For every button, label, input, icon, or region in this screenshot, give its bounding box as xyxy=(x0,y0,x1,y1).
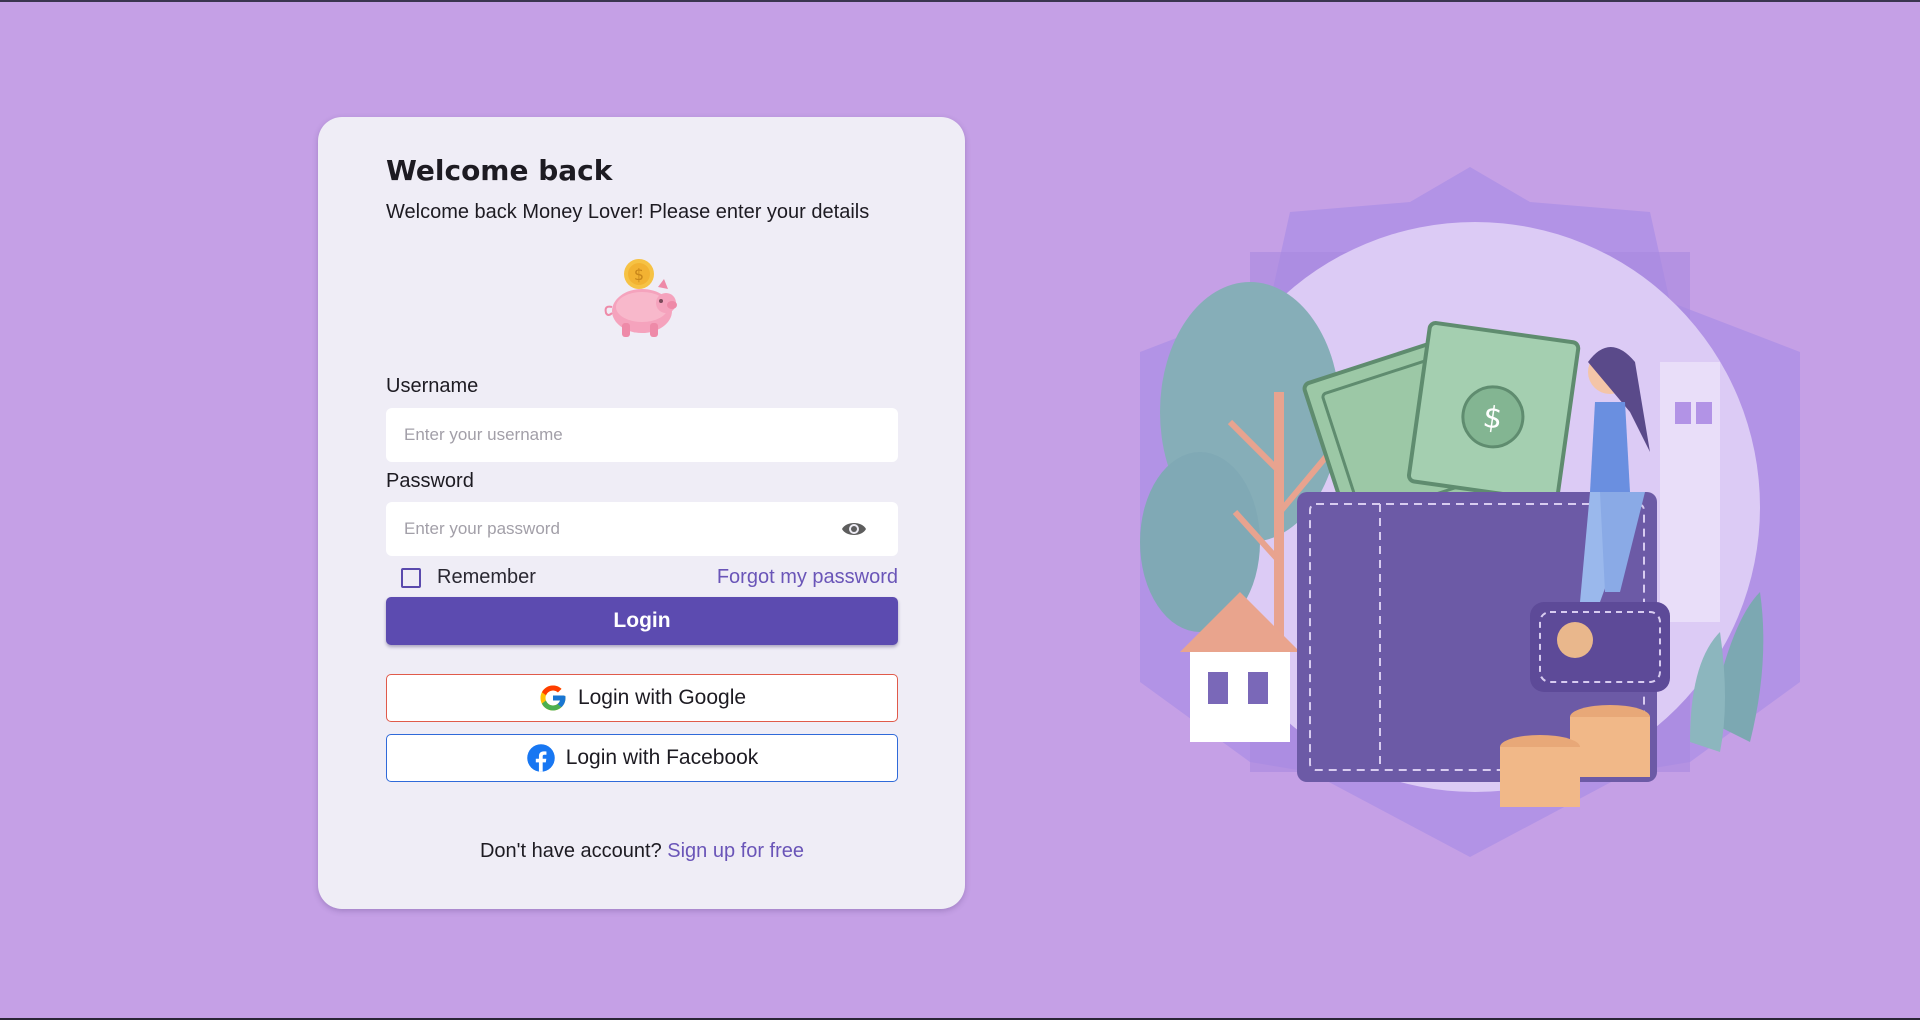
facebook-button-label: Login with Facebook xyxy=(565,746,759,769)
login-card: Welcome back Welcome back Money Lover! P… xyxy=(318,117,965,909)
svg-text:$: $ xyxy=(634,265,644,284)
no-account-text: Don't have account? xyxy=(479,840,662,862)
google-icon xyxy=(540,685,566,711)
login-with-google-button[interactable]: Login with Google xyxy=(386,674,898,722)
page-title: Welcome back xyxy=(386,154,613,187)
username-label: Username xyxy=(386,375,479,397)
remember-checkbox[interactable] xyxy=(401,568,421,588)
signup-row: Don't have account? Sign up for free xyxy=(386,840,898,863)
signup-link[interactable]: Sign up for free xyxy=(667,840,804,862)
eye-icon[interactable] xyxy=(840,516,868,542)
remember-row: Remember Forgot my password xyxy=(386,563,898,593)
password-label: Password xyxy=(386,470,474,492)
username-input[interactable] xyxy=(386,408,898,462)
wallet-illustration: $ xyxy=(1140,167,1800,857)
forgot-password-link[interactable]: Forgot my password xyxy=(717,566,898,589)
remember-label: Remember xyxy=(437,566,536,588)
facebook-icon xyxy=(526,744,555,772)
piggy-bank-icon: $ xyxy=(604,259,677,337)
page-subtitle: Welcome back Money Lover! Please enter y… xyxy=(386,201,870,223)
google-button-label: Login with Google xyxy=(577,686,747,709)
login-with-facebook-button[interactable]: Login with Facebook xyxy=(386,734,898,782)
password-input[interactable] xyxy=(386,502,898,556)
login-button[interactable]: Login xyxy=(386,597,898,645)
